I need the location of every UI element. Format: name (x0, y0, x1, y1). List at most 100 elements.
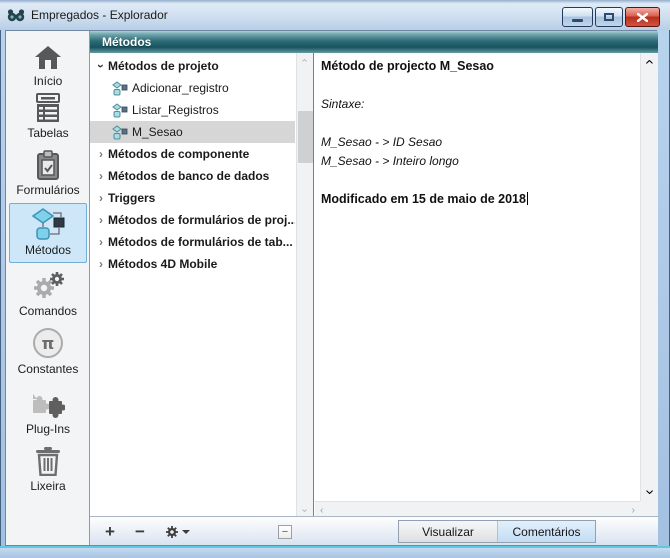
tree-item-label: Métodos de componente (108, 147, 249, 161)
method-icon (112, 103, 128, 118)
sidebar-item-constantes[interactable]: π Constantes (6, 329, 90, 376)
svg-text:π: π (42, 334, 55, 353)
tree-item-triggers[interactable]: › Triggers (90, 187, 295, 209)
method-tree: › Métodos de projeto Adicionar_registro (90, 55, 295, 275)
tree-item-label: Listar_Registros (132, 103, 219, 117)
section-title: Métodos (102, 35, 151, 49)
sidebar-item-label: Tabelas (27, 126, 68, 140)
modified-line: Modificado em 15 de maio de 2018 (321, 190, 634, 209)
sidebar-item-metodos[interactable]: Métodos (9, 203, 87, 263)
close-button[interactable] (625, 7, 660, 27)
tree-item-metodos-formularios-projeto[interactable]: › Métodos de formulários de proj... (90, 209, 295, 231)
tree-item-label: Métodos de banco de dados (108, 169, 269, 183)
sidebar-item-label: Plug-Ins (26, 422, 70, 436)
add-button[interactable]: + (98, 517, 122, 546)
syntax-line: M_Sesao - > ID Sesao (321, 133, 634, 152)
title-bar[interactable]: Empregados - Explorador (0, 0, 670, 30)
tree-item-metodos-4d-mobile[interactable]: › Métodos 4D Mobile (90, 253, 295, 275)
tree-vertical-scrollbar[interactable]: › › (296, 53, 313, 518)
panes: › Métodos de projeto Adicionar_registro (90, 53, 658, 518)
method-icon (112, 125, 128, 140)
maximize-icon (604, 13, 614, 21)
tab-visualizar[interactable]: Visualizar (399, 521, 497, 542)
method-icon (112, 81, 128, 96)
actions-menu-button[interactable] (162, 517, 192, 546)
window-bottom-border (0, 546, 670, 558)
tree-item-label: Triggers (108, 191, 155, 205)
chevron-right-icon[interactable]: › (94, 257, 108, 271)
pi-icon: π (32, 329, 64, 359)
minimize-button[interactable] (562, 7, 593, 27)
binoculars-icon (7, 8, 25, 22)
close-icon (637, 13, 648, 22)
method-tree-pane: › Métodos de projeto Adicionar_registro (90, 53, 314, 518)
clipboard-icon (35, 150, 61, 180)
tree-item-label: Métodos de projeto (108, 59, 219, 73)
scroll-down-icon[interactable]: › (640, 489, 658, 494)
blank-line (321, 171, 634, 190)
sidebar-item-tabelas[interactable]: Tabelas (6, 93, 90, 140)
view-toggle: Visualizar Comentários (398, 520, 596, 543)
chevron-right-icon[interactable]: › (94, 213, 108, 227)
maximize-button[interactable] (595, 7, 623, 27)
scroll-right-icon[interactable]: › (627, 505, 640, 516)
sidebar-item-formularios[interactable]: Formulários (6, 150, 90, 197)
sidebar-item-label: Constantes (18, 362, 79, 376)
flowchart-icon (30, 210, 66, 240)
tree-item-metodos-formularios-tabela[interactable]: › Métodos de formulários de tab... (90, 231, 295, 253)
sidebar-item-label: Métodos (25, 243, 71, 257)
sidebar-item-label: Início (34, 74, 63, 88)
tree-item-m-sesao[interactable]: M_Sesao (90, 121, 295, 143)
tree-item-label: M_Sesao (132, 125, 183, 139)
tree-item-metodos-de-banco-de-dados[interactable]: › Métodos de banco de dados (90, 165, 295, 187)
syntax-label: Sintaxe: (321, 95, 634, 114)
chevron-right-icon[interactable]: › (94, 169, 108, 183)
chevron-down-icon[interactable]: › (94, 59, 108, 73)
chevron-right-icon[interactable]: › (94, 235, 108, 249)
sidebar-item-inicio[interactable]: Início (6, 41, 90, 88)
method-detail-title: Método de projecto M_Sesao (321, 57, 634, 76)
blank-line (321, 114, 634, 133)
tab-comentarios[interactable]: Comentários (497, 521, 595, 542)
sidebar-item-plugins[interactable]: Plug-Ins (6, 389, 90, 436)
scroll-up-icon[interactable]: › (640, 59, 658, 64)
sidebar-item-comandos[interactable]: Comandos (6, 271, 90, 318)
tree-item-metodos-de-projeto[interactable]: › Métodos de projeto (90, 55, 295, 77)
sidebar-item-lixeira[interactable]: Lixeira (6, 446, 90, 493)
scroll-up-icon[interactable]: › (298, 59, 313, 62)
tree-item-adicionar-registro[interactable]: Adicionar_registro (90, 77, 295, 99)
explorer-window: Empregados - Explorador Início (0, 0, 670, 558)
text-cursor (527, 192, 528, 205)
collapse-all-button[interactable]: − (278, 525, 292, 539)
method-comments[interactable]: Método de projecto M_Sesao Sintaxe: M_Se… (321, 57, 634, 209)
tree-item-listar-registros[interactable]: Listar_Registros (90, 99, 295, 121)
tree-item-metodos-de-componente[interactable]: › Métodos de componente (90, 143, 295, 165)
tree-item-label: Adicionar_registro (132, 81, 229, 95)
sidebar-item-label: Comandos (19, 304, 77, 318)
sidebar: Início Tabelas (6, 31, 90, 545)
minimize-icon (572, 19, 583, 22)
window-content: Início Tabelas (5, 30, 657, 546)
section-header: Métodos (90, 31, 658, 53)
caption-buttons (562, 7, 660, 27)
scroll-left-icon[interactable]: › (315, 505, 328, 516)
syntax-line: M_Sesao - > Inteiro longo (321, 152, 634, 171)
tree-item-label: Métodos de formulários de proj... (108, 213, 295, 227)
home-icon (33, 41, 63, 71)
scroll-thumb[interactable] (298, 111, 313, 163)
table-icon (34, 93, 62, 123)
remove-button[interactable]: − (128, 517, 152, 546)
blank-line (321, 76, 634, 95)
tree-item-label: Métodos 4D Mobile (108, 257, 217, 271)
chevron-right-icon[interactable]: › (94, 191, 108, 205)
bottom-toolbar: + − − Visualizar Comentários (90, 516, 658, 545)
chevron-right-icon[interactable]: › (94, 147, 108, 161)
sidebar-item-label: Lixeira (30, 479, 65, 493)
scroll-down-icon[interactable]: › (298, 509, 313, 512)
main-area: Métodos › Métodos de projeto (90, 31, 658, 545)
detail-vertical-scrollbar[interactable]: › › (640, 53, 658, 501)
tree-item-label: Métodos de formulários de tab... (108, 235, 293, 249)
gear-icon (165, 525, 179, 539)
puzzle-icon (31, 389, 65, 419)
method-detail-pane: Método de projecto M_Sesao Sintaxe: M_Se… (315, 53, 658, 518)
